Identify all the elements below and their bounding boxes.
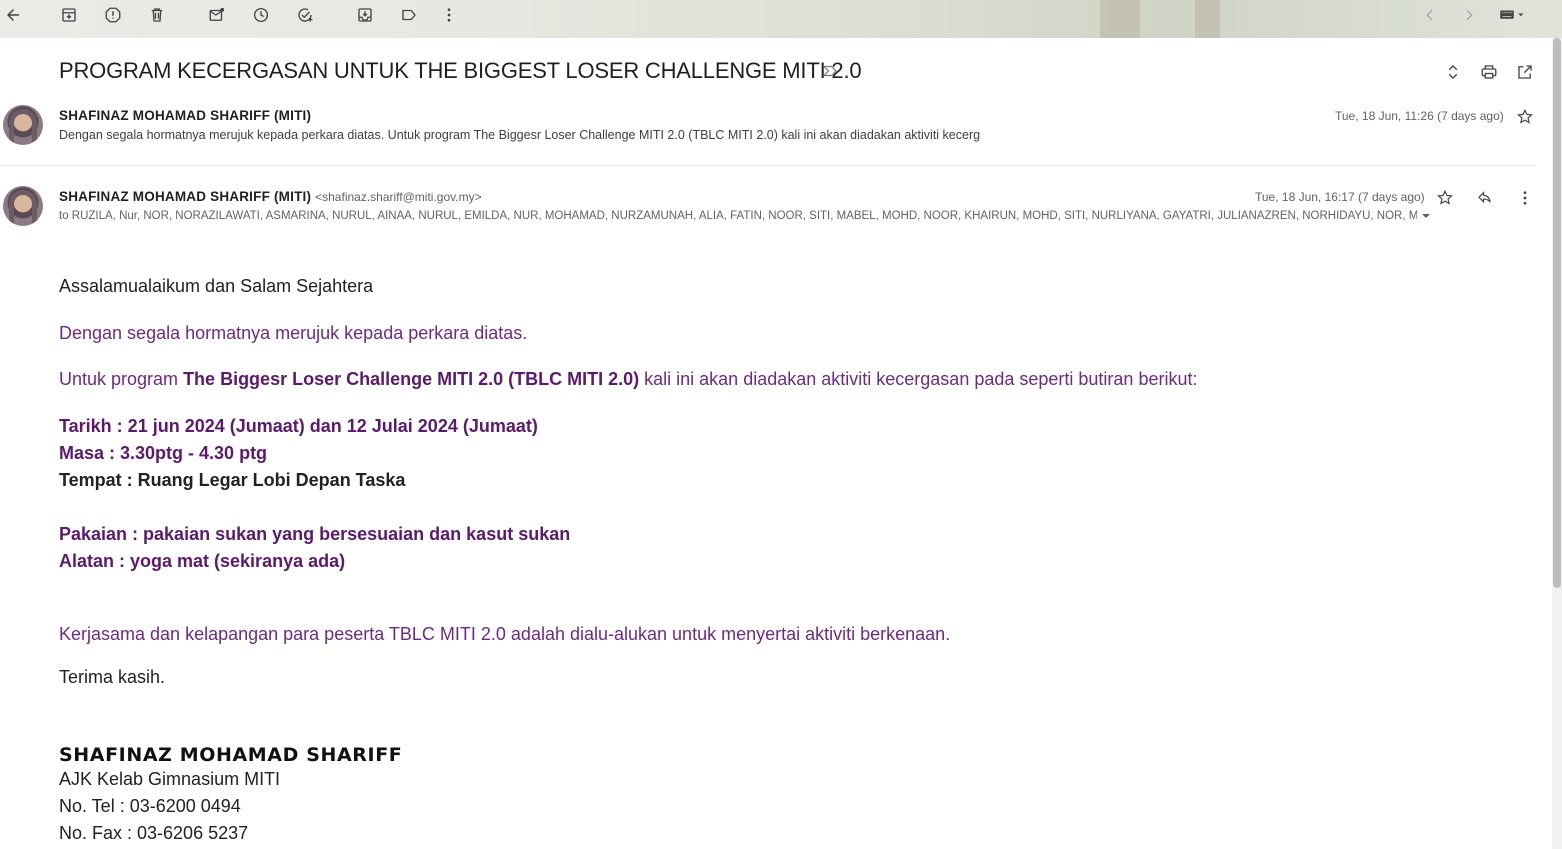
expanded-sender[interactable]: SHAFINAZ MOHAMAD SHARIFF (MITI) <shafina… (59, 189, 482, 204)
email-subject: PROGRAM KECERGASAN UNTUK THE BIGGEST LOS… (59, 58, 862, 83)
collapsed-date: Tue, 18 Jun, 11:26 (7 days ago) (1335, 109, 1504, 123)
print-icon[interactable] (1479, 62, 1499, 82)
add-to-tasks-icon[interactable] (293, 3, 317, 27)
expand-all-icon[interactable] (1443, 62, 1463, 82)
snooze-icon[interactable] (249, 3, 273, 27)
archive-icon[interactable] (57, 3, 81, 27)
masa-line: Masa : 3.30ptg - 4.30 ptg (59, 443, 268, 463)
signature-name: SHAFINAZ MOHAMAD SHARIFF (59, 744, 403, 766)
prev-chevron-icon[interactable] (1418, 3, 1442, 27)
signature-fax: No. Fax : 03-6206 5237 (59, 823, 249, 843)
keyboard-icon[interactable] (1495, 3, 1531, 27)
label-icon[interactable] (397, 3, 421, 27)
signature-tel: No. Tel : 03-6200 0494 (59, 796, 241, 816)
collapsed-snippet[interactable]: Dengan segala hormatnya merujuk kepada p… (59, 128, 980, 142)
delete-icon[interactable] (145, 3, 169, 27)
star-icon[interactable] (1434, 187, 1456, 209)
next-chevron-icon[interactable] (1457, 3, 1481, 27)
body-line-2-post: kali ini akan diadakan aktiviti kecergas… (639, 369, 1198, 389)
avatar (3, 105, 43, 145)
body-line-1: Dengan segala hormatnya merujuk kepada p… (59, 323, 528, 343)
back-arrow-icon[interactable] (1, 3, 25, 27)
move-to-icon[interactable] (353, 3, 377, 27)
sender-email: <shafinaz.shariff@miti.gov.my> (315, 190, 482, 204)
program-name: The Biggesr Loser Challenge MITI 2.0 (TB… (183, 369, 640, 389)
reply-icon[interactable] (1474, 187, 1496, 209)
scrollbar-thumb[interactable] (1553, 38, 1561, 588)
greeting: Assalamualaikum dan Salam Sejahtera (59, 276, 374, 296)
expanded-date: Tue, 18 Jun, 16:17 (7 days ago) (1255, 190, 1425, 204)
sender-name: SHAFINAZ MOHAMAD SHARIFF (MITI) (59, 189, 312, 204)
alatan-line: Alatan : yoga mat (sekiranya ada) (59, 551, 346, 571)
more-vert-icon[interactable] (1514, 187, 1536, 209)
toolbar (0, 0, 1562, 30)
mark-unread-icon[interactable] (205, 3, 229, 27)
scrollbar[interactable] (1552, 38, 1562, 849)
pakaian-line: Pakaian : pakaian sukan yang bersesuaian… (59, 524, 571, 544)
open-new-window-icon[interactable] (1515, 62, 1535, 82)
show-details-caret-icon[interactable] (1421, 211, 1431, 221)
kerjasama-line: Kerjasama dan kelapangan para peserta TB… (59, 624, 951, 644)
body-line-2-pre: Untuk program (59, 369, 184, 389)
star-icon[interactable] (1514, 106, 1536, 128)
avatar (3, 186, 43, 226)
thanks-line: Terima kasih. (59, 667, 166, 687)
body-line-2: Untuk program The Biggesr Loser Challeng… (59, 369, 1197, 390)
tempat-line: Tempat : Ruang Legar Lobi Depan Taska (59, 470, 406, 490)
message-divider (0, 165, 1536, 166)
tarikh-line: Tarikh : 21 jun 2024 (Jumaat) dan 12 Jul… (59, 416, 538, 436)
important-marker-icon[interactable] (821, 62, 839, 80)
collapsed-sender[interactable]: SHAFINAZ MOHAMAD SHARIFF (MITI) (59, 108, 311, 123)
recipients-line[interactable]: to RUZILA, Nur, NOR, NORAZILAWATI, ASMAR… (59, 210, 1417, 222)
report-spam-icon[interactable] (101, 3, 125, 27)
signature-title: AJK Kelab Gimnasium MITI (59, 769, 281, 789)
more-vert-icon[interactable] (437, 3, 461, 27)
